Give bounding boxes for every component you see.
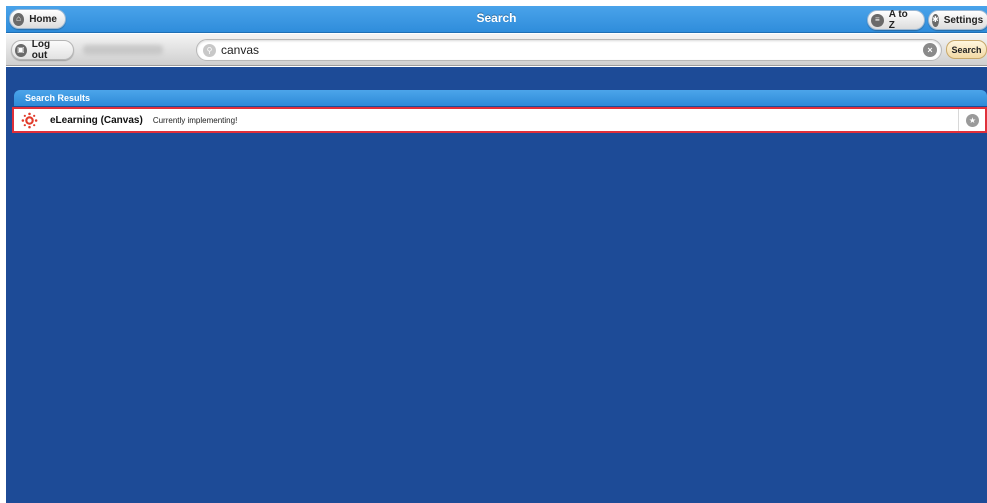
- main-content: Search Results eLearning (Canvas) Curren…: [6, 67, 987, 503]
- favorite-star-icon[interactable]: ★: [966, 114, 979, 127]
- search-toolbar: ▣ Log out ⚲ × Search: [6, 34, 987, 66]
- canvas-logo-icon: [21, 112, 38, 128]
- clear-search-icon[interactable]: ×: [923, 43, 937, 57]
- a-to-z-button[interactable]: ≡ A to Z: [867, 9, 925, 31]
- result-status: Currently implementing!: [152, 115, 238, 125]
- logout-button-label: Log out: [31, 39, 51, 61]
- result-name: eLearning (Canvas): [50, 114, 143, 126]
- search-results-header: Search Results: [14, 90, 987, 106]
- settings-button-label: Settings: [943, 14, 984, 26]
- search-input[interactable]: [221, 41, 911, 59]
- row-divider: [958, 109, 959, 131]
- user-name-redacted: [83, 45, 163, 55]
- lock-icon: ▣: [15, 43, 27, 57]
- title-bar: ⌂ Home Search ≡ A to Z ✱ Settings: [6, 6, 987, 33]
- result-row[interactable]: eLearning (Canvas) Currently implementin…: [12, 107, 987, 133]
- search-field[interactable]: ⚲ ×: [196, 39, 942, 61]
- gear-icon: ✱: [932, 13, 939, 27]
- search-icon: ⚲: [203, 43, 216, 57]
- page-title: Search: [476, 11, 517, 25]
- search-button[interactable]: Search: [946, 40, 987, 59]
- list-icon: ≡: [871, 13, 884, 27]
- settings-button[interactable]: ✱ Settings: [928, 10, 987, 30]
- a-to-z-button-label: A to Z: [888, 9, 908, 31]
- logout-button[interactable]: ▣ Log out: [11, 39, 74, 61]
